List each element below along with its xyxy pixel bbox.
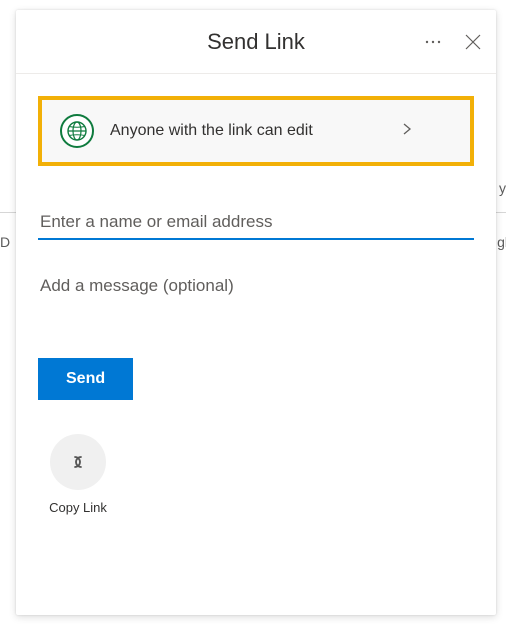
header-actions (420, 29, 486, 55)
chevron-right-icon (402, 122, 412, 141)
link-icon (65, 449, 91, 475)
link-settings-button[interactable]: Anyone with the link can edit (38, 96, 474, 166)
send-link-dialog: Send Link (16, 10, 496, 615)
background-text: gl (497, 234, 506, 250)
copy-link-icon-circle (50, 434, 106, 490)
send-button[interactable]: Send (38, 358, 133, 400)
copy-link-button[interactable]: Copy Link (38, 434, 118, 515)
background-text: D (0, 234, 10, 250)
close-icon (464, 33, 482, 51)
dialog-content: Anyone with the link can edit Send Copy … (16, 74, 496, 615)
dialog-title: Send Link (207, 29, 305, 55)
permission-label: Anyone with the link can edit (110, 122, 386, 140)
dialog-header: Send Link (16, 10, 496, 74)
message-input[interactable] (38, 274, 474, 298)
globe-icon (60, 114, 94, 148)
more-icon (424, 33, 442, 51)
background-text: y (499, 180, 506, 196)
recipients-input[interactable] (38, 206, 474, 240)
copy-link-label: Copy Link (49, 500, 107, 515)
close-button[interactable] (460, 29, 486, 55)
more-options-button[interactable] (420, 29, 446, 55)
